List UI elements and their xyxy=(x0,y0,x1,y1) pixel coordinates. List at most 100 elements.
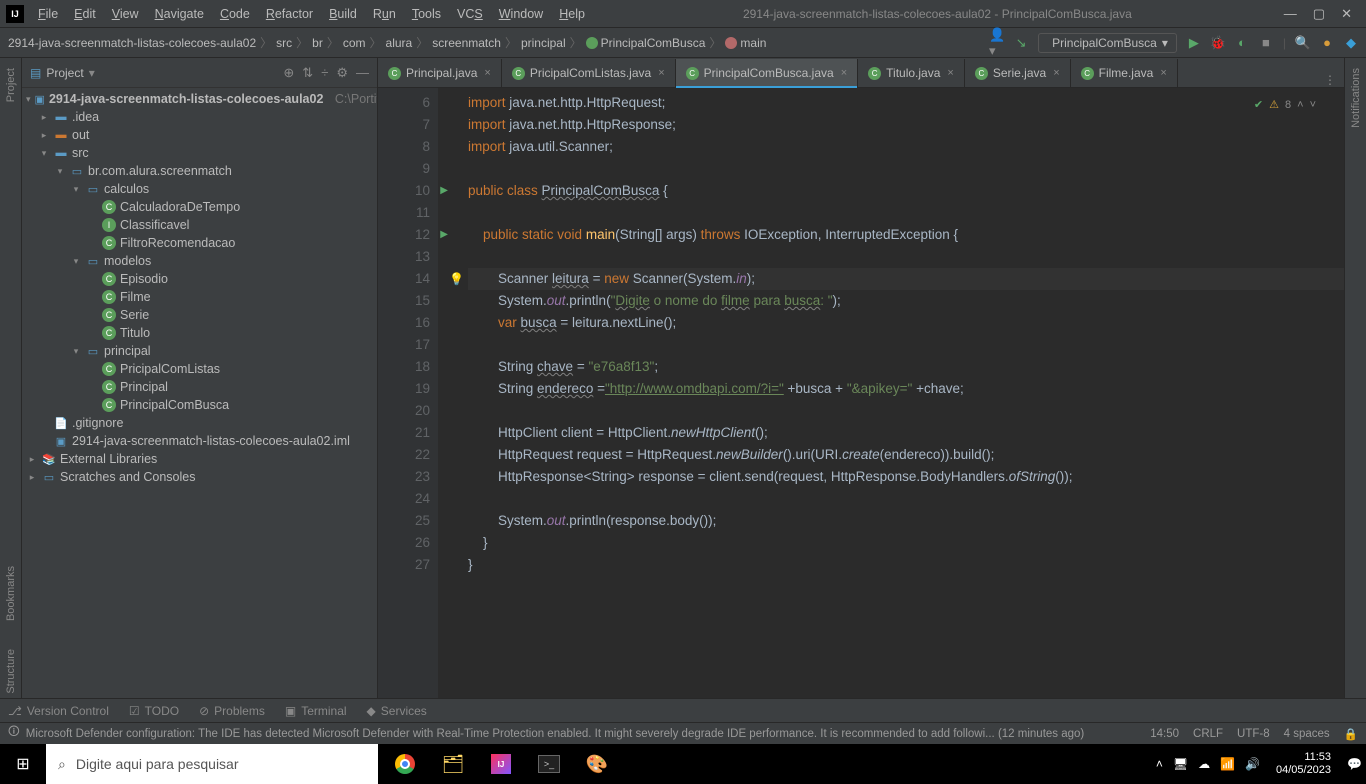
tree-mod3[interactable]: CSerie xyxy=(22,306,377,324)
editor-tab[interactable]: CPricipalComListas.java× xyxy=(502,59,676,87)
tree-principal[interactable]: ▾▭principal xyxy=(22,342,377,360)
debug-icon[interactable]: 🐞 xyxy=(1211,36,1225,50)
encoding[interactable]: UTF-8 xyxy=(1237,728,1270,740)
chevron-down-icon[interactable]: ˅ xyxy=(1310,94,1316,116)
tabs-more-icon[interactable]: ⋮ xyxy=(1324,73,1336,87)
menu-tools[interactable]: Tools xyxy=(406,4,447,24)
taskbar-search[interactable]: ⌕ Digite aqui para pesquisar xyxy=(46,744,378,784)
menu-view[interactable]: View xyxy=(106,4,145,24)
tree-p3[interactable]: CPrincipalComBusca xyxy=(22,396,377,414)
taskbar-app-intellij[interactable]: IJ xyxy=(478,744,524,784)
status-message[interactable]: Microsoft Defender configuration: The ID… xyxy=(26,728,1085,740)
tree-mod4[interactable]: CTitulo xyxy=(22,324,377,342)
tree-pkg[interactable]: ▾▭br.com.alura.screenmatch xyxy=(22,162,377,180)
tray-notifications-icon[interactable]: 💬 xyxy=(1347,757,1362,771)
menu-code[interactable]: Code xyxy=(214,4,256,24)
build-icon[interactable]: ↘ xyxy=(1014,36,1028,50)
close-icon[interactable]: ✕ xyxy=(1341,6,1352,22)
menu-navigate[interactable]: Navigate xyxy=(149,4,210,24)
close-tab-icon[interactable]: × xyxy=(947,67,953,79)
hide-icon[interactable]: — xyxy=(356,65,369,81)
crumb-src[interactable]: src xyxy=(276,36,292,50)
crumb-class[interactable]: PrincipalComBusca xyxy=(586,36,706,50)
editor-tab[interactable]: CPrincipalComBusca.java× xyxy=(676,59,859,87)
readonly-icon[interactable]: 🔒 xyxy=(1344,727,1358,741)
menu-help[interactable]: Help xyxy=(553,4,591,24)
tree-extlib[interactable]: ▸📚External Libraries xyxy=(22,450,377,468)
code-body[interactable]: import java.net.http.HttpRequest;import … xyxy=(438,88,1344,698)
tree-calc3[interactable]: CFiltroRecomendacao xyxy=(22,234,377,252)
close-tab-icon[interactable]: × xyxy=(484,67,490,79)
tray-cloud-icon[interactable]: ☁ xyxy=(1198,757,1210,771)
run-config-selector[interactable]: PrincipalComBusca ▾ xyxy=(1038,33,1177,53)
settings-icon[interactable]: ⚙ xyxy=(336,65,348,81)
toolwin-vcs[interactable]: ⎇Version Control xyxy=(8,704,109,718)
chevron-down-icon[interactable]: ▾ xyxy=(89,66,95,80)
toolwin-terminal[interactable]: ▣Terminal xyxy=(285,704,347,718)
crumb-principal[interactable]: principal xyxy=(521,36,566,50)
menu-vcs[interactable]: VCS xyxy=(451,4,489,24)
tree-calc1[interactable]: CCalculadoraDeTempo xyxy=(22,198,377,216)
menu-file[interactable]: File xyxy=(32,4,64,24)
tree-scratch[interactable]: ▸▭Scratches and Consoles xyxy=(22,468,377,486)
toolwin-problems[interactable]: ⊘Problems xyxy=(199,704,265,718)
cursor-position[interactable]: 14:50 xyxy=(1150,728,1179,740)
close-tab-icon[interactable]: × xyxy=(1053,67,1059,79)
menu-window[interactable]: Window xyxy=(493,4,549,24)
maximize-icon[interactable]: ▢ xyxy=(1313,6,1325,22)
search-icon[interactable]: 🔍 xyxy=(1296,36,1310,50)
taskbar-app-paint[interactable]: 🎨 xyxy=(574,744,620,784)
close-tab-icon[interactable]: × xyxy=(1160,67,1166,79)
coverage-icon[interactable]: ◐ xyxy=(1235,36,1249,50)
tree-idea[interactable]: ▸▬.idea xyxy=(22,108,377,126)
collapse-all-icon[interactable]: ÷ xyxy=(321,65,328,81)
crumb-root[interactable]: 2914-java-screenmatch-listas-colecoes-au… xyxy=(8,36,256,50)
rail-structure[interactable]: Structure xyxy=(5,645,17,698)
crumb-alura[interactable]: alura xyxy=(386,36,413,50)
code-area[interactable]: 678910▶1112▶1314💡15161718192021222324252… xyxy=(378,88,1344,698)
editor-tab[interactable]: CFilme.java× xyxy=(1071,59,1178,87)
close-tab-icon[interactable]: × xyxy=(841,67,847,79)
menu-run[interactable]: Run xyxy=(367,4,402,24)
menu-build[interactable]: Build xyxy=(323,4,363,24)
tree-mod2[interactable]: CFilme xyxy=(22,288,377,306)
crumb-com[interactable]: com xyxy=(343,36,366,50)
menu-refactor[interactable]: Refactor xyxy=(260,4,319,24)
crumb-method[interactable]: main xyxy=(725,36,766,50)
close-tab-icon[interactable]: × xyxy=(658,67,664,79)
stop-icon[interactable]: ■ xyxy=(1259,36,1273,50)
tree-gitignore[interactable]: 📄.gitignore xyxy=(22,414,377,432)
tree-out[interactable]: ▸▬out xyxy=(22,126,377,144)
editor-tab[interactable]: CTitulo.java× xyxy=(858,59,965,87)
rail-project[interactable]: Project xyxy=(5,64,17,106)
tree-src[interactable]: ▾▬src xyxy=(22,144,377,162)
editor-tab[interactable]: CPrincipal.java× xyxy=(378,59,502,87)
settings-icon[interactable]: ◆ xyxy=(1344,36,1358,50)
tray-chevron-icon[interactable]: ˄ xyxy=(1156,757,1163,771)
tree-iml[interactable]: ▣2914-java-screenmatch-listas-colecoes-a… xyxy=(22,432,377,450)
chevron-up-icon[interactable]: ˄ xyxy=(1297,94,1303,116)
minimize-icon[interactable]: — xyxy=(1284,6,1297,22)
tray-wifi-icon[interactable]: 📶 xyxy=(1220,757,1235,771)
tray-volume-icon[interactable]: 🔊 xyxy=(1245,757,1260,771)
editor-tab[interactable]: CSerie.java× xyxy=(965,59,1071,87)
menu-edit[interactable]: Edit xyxy=(68,4,102,24)
tray-battery-icon[interactable]: 🖥 xyxy=(1173,757,1188,771)
add-config-icon[interactable]: 👤▾ xyxy=(990,36,1004,50)
tree-root[interactable]: ▾▣2914-java-screenmatch-listas-colecoes-… xyxy=(22,90,377,108)
tree-p2[interactable]: CPrincipal xyxy=(22,378,377,396)
crumb-br[interactable]: br xyxy=(312,36,323,50)
tree-modelos[interactable]: ▾▭modelos xyxy=(22,252,377,270)
tree-mod1[interactable]: CEpisodio xyxy=(22,270,377,288)
tree-calculos[interactable]: ▾▭calculos xyxy=(22,180,377,198)
indent[interactable]: 4 spaces xyxy=(1284,728,1330,740)
rail-notifications[interactable]: Notifications xyxy=(1350,64,1362,132)
toolwin-todo[interactable]: ☑TODO xyxy=(129,704,179,718)
expand-all-icon[interactable]: ⇅ xyxy=(302,65,313,81)
start-button[interactable]: ⊞ xyxy=(0,744,46,784)
taskbar-app-explorer[interactable]: 🗂 xyxy=(430,744,476,784)
taskbar-app-chrome[interactable] xyxy=(382,744,428,784)
ide-update-icon[interactable]: ● xyxy=(1320,36,1334,50)
toolwin-services[interactable]: ◆Services xyxy=(367,704,427,718)
tree-calc2[interactable]: IClassificavel xyxy=(22,216,377,234)
